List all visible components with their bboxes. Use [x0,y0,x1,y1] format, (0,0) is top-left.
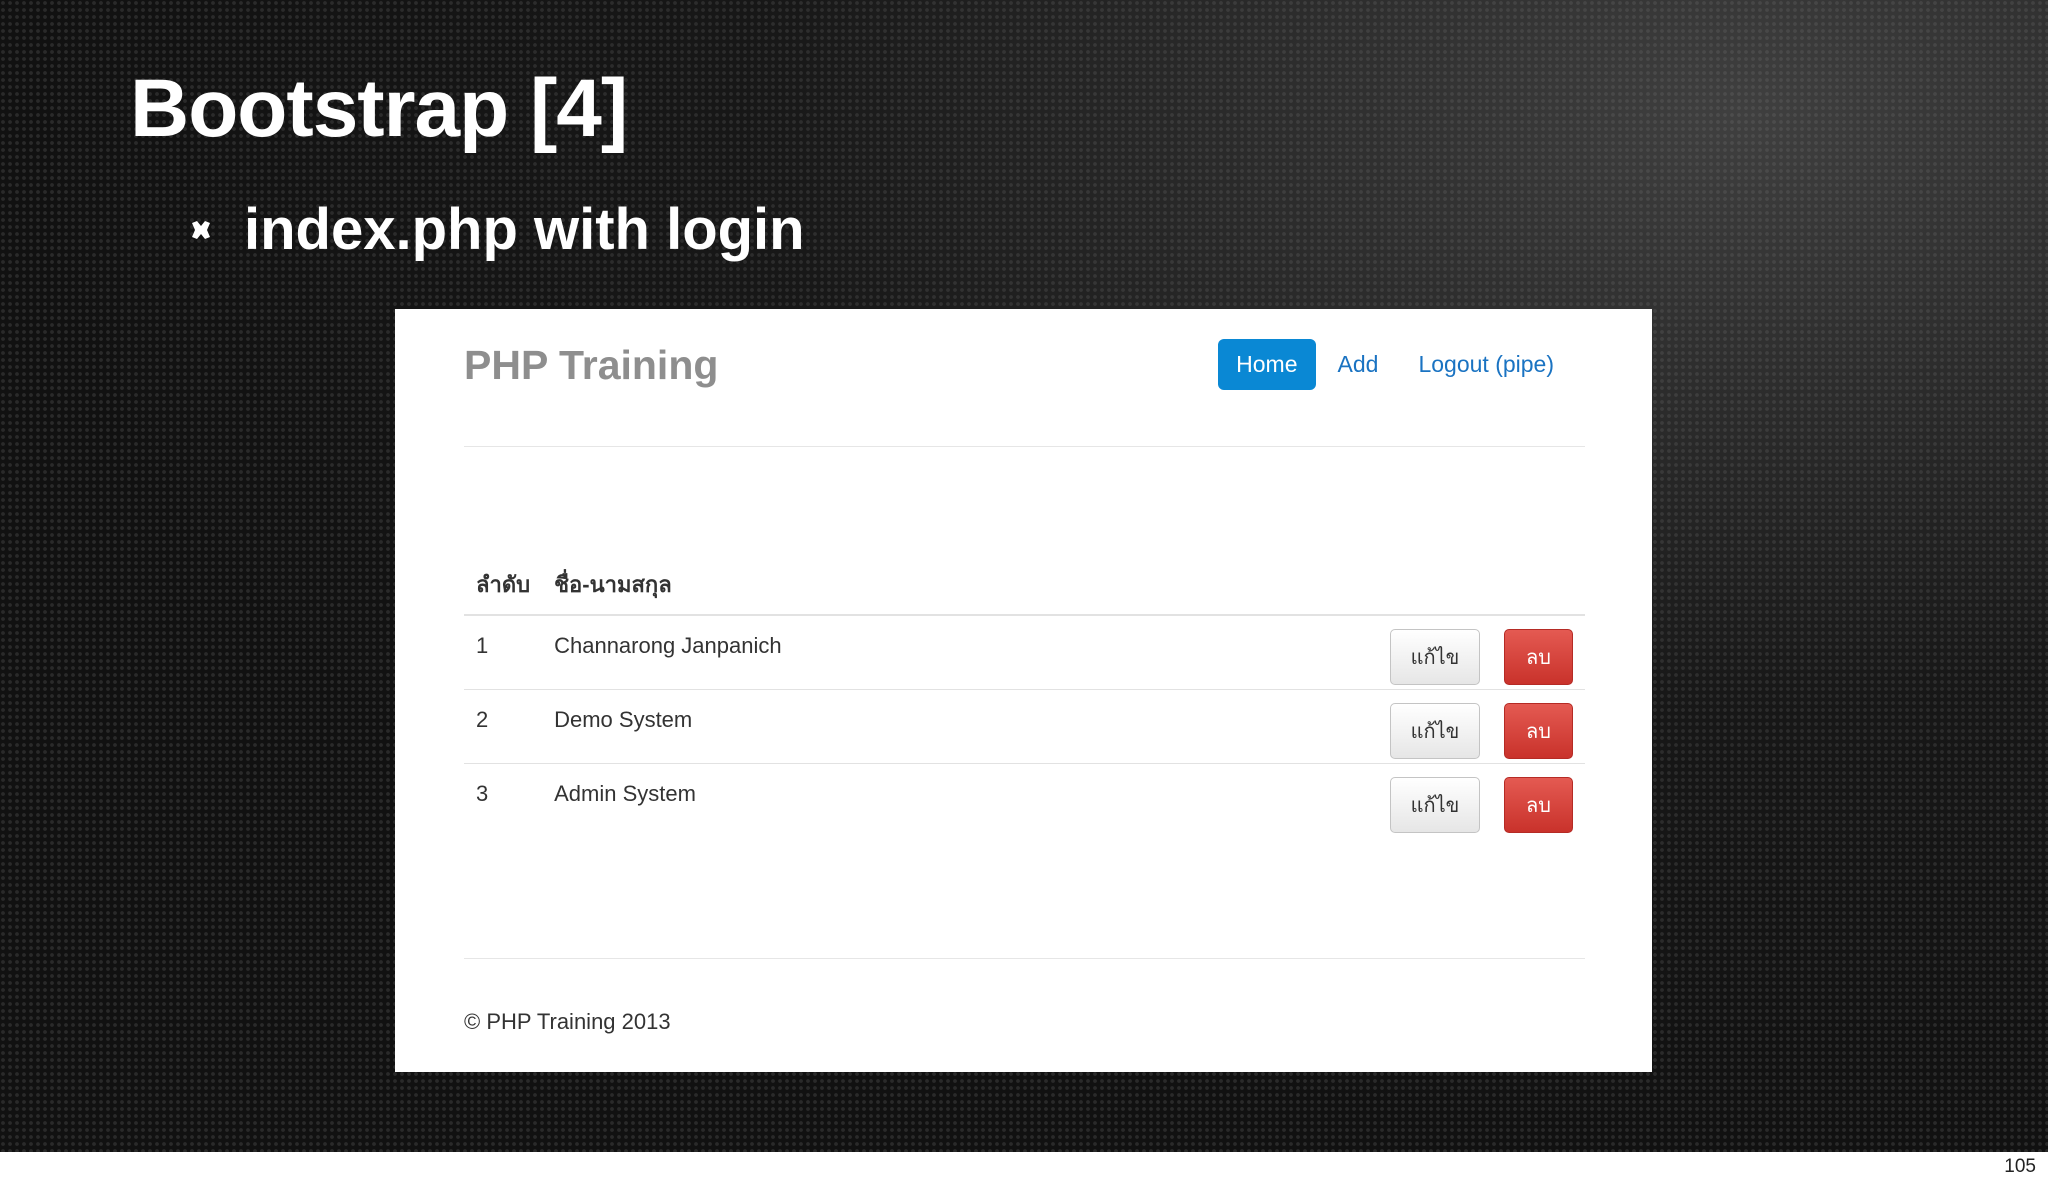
row-number: 3 [476,780,489,806]
bullet-text: index.php with login [244,197,805,262]
row-actions: แก้ไข ลบ [1114,763,1585,837]
row-actions: แก้ไข ลบ [1114,615,1585,690]
edit-button[interactable]: แก้ไข [1390,776,1480,833]
header-actions [1114,557,1585,616]
nav-add[interactable]: Add [1320,339,1397,390]
table-row: 3 Admin System แก้ไข ลบ [464,763,1585,837]
brand-title[interactable]: PHP Training [464,342,718,389]
app-screenshot: PHP Training Home Add Logout (pipe) ลำดั… [395,309,1652,1072]
header-order: ลำดับ [464,557,543,616]
edit-button[interactable]: แก้ไข [1390,702,1480,759]
row-number: 1 [464,615,543,690]
row-name: Demo System [542,689,1115,764]
table-row: 2 Demo System แก้ไข ลบ [464,689,1585,764]
row-actions: แก้ไข ลบ [1114,689,1585,764]
divider-top [464,446,1585,447]
users-table: ลำดับ ชื่อ-นามสกุล 1 Channarong Janpanic… [464,557,1585,837]
table-header-row: ลำดับ ชื่อ-นามสกุล [464,557,1585,616]
delete-button[interactable]: ลบ [1504,702,1573,759]
divider-bottom [464,958,1585,959]
delete-button[interactable]: ลบ [1504,776,1573,833]
row-number: 2 [464,689,543,764]
row-name: Channarong Janpanich [542,615,1115,690]
row-name: Admin System [554,780,696,806]
bullet-item: index.php with login [190,196,805,263]
bullet-star-icon [190,219,212,241]
slide-title: Bootstrap [4] [130,63,628,154]
table-row: 1 Channarong Janpanich แก้ไข ลบ [464,615,1585,690]
delete-button[interactable]: ลบ [1504,629,1573,685]
nav-logout[interactable]: Logout (pipe) [1400,339,1572,390]
slide-background: Bootstrap [4] index.php with login PHP T… [0,0,2048,1152]
header-fullname: ชื่อ-นามสกุล [542,557,1115,616]
nav-home[interactable]: Home [1218,339,1316,390]
footer-copyright: © PHP Training 2013 [464,1009,671,1034]
edit-button[interactable]: แก้ไข [1390,629,1480,685]
navbar: Home Add Logout (pipe) [1214,339,1572,390]
page-number: 105 [2004,1156,2036,1177]
